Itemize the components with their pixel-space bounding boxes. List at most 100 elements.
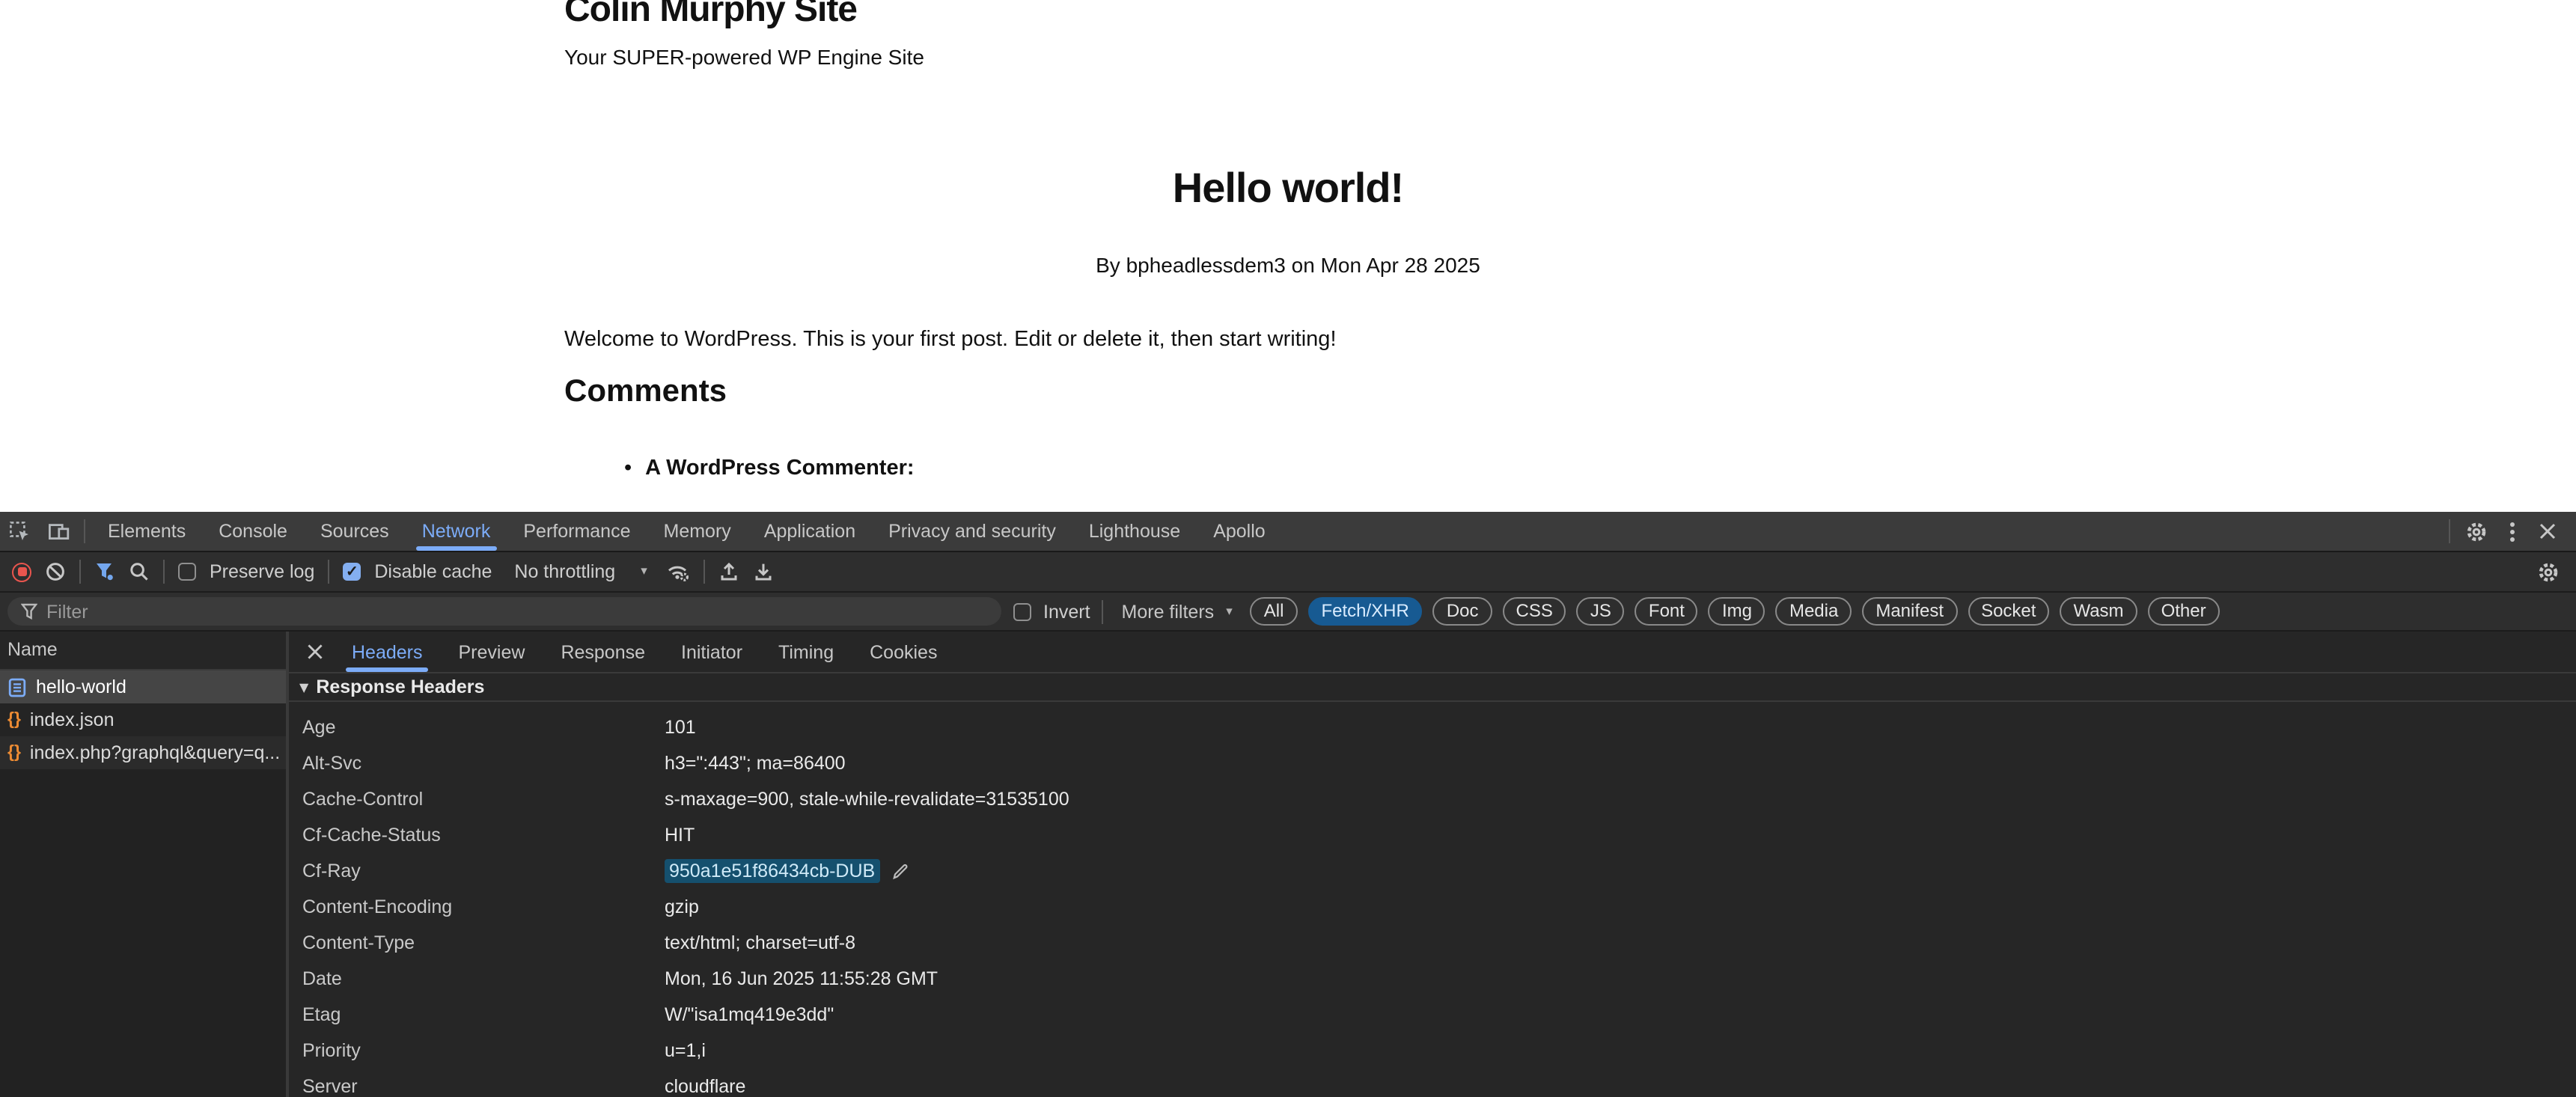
header-key: Content-Encoding (289, 896, 665, 917)
header-row: Cache-Control s-maxage=900, stale-while-… (289, 781, 2576, 817)
filter-chip-socket[interactable]: Socket (1968, 597, 2049, 626)
header-row: Priority u=1,i (289, 1033, 2576, 1069)
requests-column-header[interactable]: Name (0, 632, 286, 670)
divider (704, 560, 706, 584)
import-har-icon[interactable] (719, 561, 740, 582)
devtools-tab-apollo[interactable]: Apollo (1197, 512, 1282, 551)
section-title: Response Headers (316, 676, 484, 697)
more-filters-dropdown[interactable]: More filters ▾ (1122, 601, 1233, 622)
clear-network-log-icon[interactable] (45, 561, 66, 582)
detail-tab-response[interactable]: Response (543, 632, 663, 672)
filter-chip-css[interactable]: CSS (1503, 597, 1566, 626)
export-har-icon[interactable] (754, 561, 775, 582)
post-title: Hello world! (0, 165, 2576, 213)
post-byline: By bpheadlessdem3 on Mon Apr 28 2025 (0, 253, 2576, 277)
device-toolbar-icon[interactable] (39, 512, 78, 551)
header-value: Mon, 16 Jun 2025 11:55:28 GMT (665, 968, 938, 989)
response-headers-section[interactable]: ▼ Response Headers (289, 673, 2576, 702)
request-detail-pane: Headers Preview Response Initiator Timin… (289, 632, 2576, 1097)
filter-chip-fetch-xhr[interactable]: Fetch/XHR (1307, 597, 1422, 626)
network-conditions-icon[interactable] (667, 561, 691, 582)
disable-cache-label[interactable]: Disable cache (374, 561, 492, 582)
network-settings-gear-icon[interactable] (2537, 560, 2560, 583)
header-value: s-maxage=900, stale-while-revalidate=315… (665, 789, 1069, 810)
invert-checkbox[interactable] (1013, 602, 1031, 620)
browser-viewport: Colin Murphy Site Your SUPER-powered WP … (0, 0, 2576, 512)
devtools-tab-performance[interactable]: Performance (507, 512, 647, 551)
request-row-index-json[interactable]: {} index.json (0, 703, 286, 736)
preserve-log-checkbox[interactable] (178, 563, 196, 581)
more-filters-label: More filters (1122, 601, 1215, 622)
comment-list-item: •A WordPress Commenter: (624, 456, 915, 480)
filter-chip-img[interactable]: Img (1709, 597, 1765, 626)
close-devtools-icon[interactable] (2528, 512, 2567, 551)
filter-funnel-icon[interactable] (94, 561, 115, 582)
disable-cache-checkbox[interactable]: ✓ (343, 563, 361, 581)
list-bullet: • (624, 456, 632, 480)
record-network-log-icon[interactable] (12, 562, 31, 581)
header-row: Date Mon, 16 Jun 2025 11:55:28 GMT (289, 961, 2576, 997)
header-value[interactable]: 950a1e51f86434cb-DUB (665, 859, 908, 883)
divider (2449, 519, 2450, 543)
header-key: Priority (289, 1040, 665, 1061)
header-row: Cf-Cache-Status HIT (289, 817, 2576, 853)
detail-tab-cookies[interactable]: Cookies (852, 632, 955, 672)
detail-tab-preview[interactable]: Preview (441, 632, 543, 672)
filter-chip-doc[interactable]: Doc (1433, 597, 1492, 626)
devtools-tab-network[interactable]: Network (406, 512, 507, 551)
header-value: cloudflare (665, 1076, 745, 1097)
filter-chip-manifest[interactable]: Manifest (1862, 597, 1957, 626)
header-value: u=1,i (665, 1040, 706, 1061)
detail-tabbar: Headers Preview Response Initiator Timin… (289, 632, 2576, 673)
detail-tab-headers[interactable]: Headers (334, 632, 441, 672)
filter-chip-js[interactable]: JS (1577, 597, 1625, 626)
search-icon[interactable] (129, 561, 150, 582)
devtools-tab-sources[interactable]: Sources (304, 512, 406, 551)
screenshot-stage: Colin Murphy Site Your SUPER-powered WP … (0, 0, 2576, 1097)
filter-chip-other[interactable]: Other (2148, 597, 2220, 626)
invert-label[interactable]: Invert (1043, 601, 1090, 622)
devtools-tab-elements[interactable]: Elements (91, 512, 202, 551)
devtools-tab-memory[interactable]: Memory (647, 512, 748, 551)
edit-pencil-icon[interactable] (890, 862, 908, 880)
close-detail-icon[interactable] (295, 632, 334, 672)
detail-tab-initiator[interactable]: Initiator (663, 632, 760, 672)
devtools-tabbar: Elements Console Sources Network Perform… (0, 512, 2576, 552)
preserve-log-label[interactable]: Preserve log (210, 561, 314, 582)
devtools-panel: Elements Console Sources Network Perform… (0, 512, 2576, 1097)
request-row-hello-world[interactable]: hello-world (0, 670, 286, 703)
comments-heading: Comments (564, 374, 727, 410)
header-key: Cf-Cache-Status (289, 825, 665, 846)
divider (84, 519, 85, 543)
detail-tab-timing[interactable]: Timing (760, 632, 852, 672)
filter-chip-wasm[interactable]: Wasm (2060, 597, 2137, 626)
devtools-tab-console[interactable]: Console (202, 512, 304, 551)
settings-gear-icon[interactable] (2456, 512, 2495, 551)
document-icon (7, 677, 27, 697)
post-body-text: Welcome to WordPress. This is your first… (564, 328, 1337, 352)
filter-chip-font[interactable]: Font (1635, 597, 1698, 626)
request-row-index-php-graphql[interactable]: {} index.php?graphql&query=q... (0, 736, 286, 769)
header-row: Content-Type text/html; charset=utf-8 (289, 925, 2576, 961)
header-key: Date (289, 968, 665, 989)
headers-list: Age 101 Alt-Svc h3=":443"; ma=86400 Cach… (289, 702, 2576, 1097)
network-panel-body: Name hello-world {} index.json (0, 632, 2576, 1097)
filter-input-pill[interactable] (7, 597, 1001, 626)
devtools-tab-application[interactable]: Application (748, 512, 872, 551)
inspect-element-icon[interactable] (0, 512, 39, 551)
request-name: index.php?graphql&query=q... (30, 742, 280, 763)
devtools-tab-lighthouse[interactable]: Lighthouse (1072, 512, 1197, 551)
json-braces-icon: {} (7, 711, 21, 729)
header-row: Etag W/"isa1mq419e3dd" (289, 997, 2576, 1033)
request-name: hello-world (36, 676, 126, 697)
filter-chip-all[interactable]: All (1251, 597, 1298, 626)
chevron-down-icon: ▾ (641, 564, 647, 579)
header-value: gzip (665, 896, 699, 917)
more-options-kebab-icon[interactable] (2495, 512, 2528, 551)
filter-chip-media[interactable]: Media (1776, 597, 1852, 626)
devtools-tab-privacy-security[interactable]: Privacy and security (872, 512, 1072, 551)
filter-input[interactable] (46, 601, 988, 622)
requests-panel: Name hello-world {} index.json (0, 632, 289, 1097)
throttling-select[interactable]: No throttling ▾ (514, 561, 647, 582)
header-key: Age (289, 717, 665, 738)
